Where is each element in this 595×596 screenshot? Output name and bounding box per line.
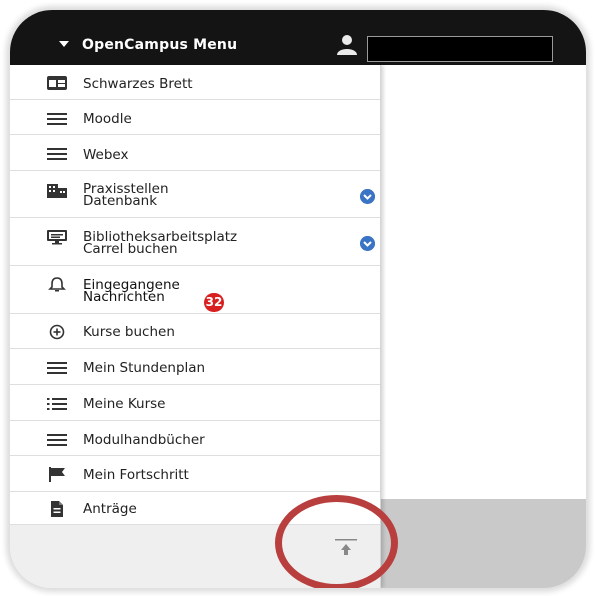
bell-icon — [48, 277, 66, 292]
sidebar-item-label: Kurse buchen — [83, 324, 175, 340]
board-icon — [47, 76, 67, 90]
highlight-circle-annotation — [275, 495, 398, 588]
menu-title[interactable]: OpenCampus Menu — [82, 37, 237, 53]
sidebar-item-label: Schwarzes Brett — [83, 76, 193, 92]
sidebar-item-nachrichten[interactable]: Eingegangene Nachrichten — [10, 266, 380, 314]
sidebar-item-label: Mein Fortschritt — [83, 467, 189, 483]
user-name-field[interactable] — [367, 36, 553, 62]
screenshot-frame: OpenCampus Menu Schwarzes Brett Moodle W… — [10, 10, 586, 588]
monitor-icon — [47, 230, 67, 245]
sidebar-item-bibliotheksarbeitsplatz[interactable]: Bibliotheksarbeitsplatz Carrel buchen — [10, 218, 380, 266]
overlay-area — [380, 499, 586, 588]
sidebar-item-praxisstellen[interactable]: Praxisstellen Datenbank — [10, 171, 380, 218]
unread-messages-badge: 32 — [204, 293, 224, 312]
lines-icon — [47, 148, 67, 160]
document-icon — [51, 501, 63, 517]
sidebar-item-label: Moodle — [83, 111, 132, 127]
sidebar-item-moodle[interactable]: Moodle — [10, 100, 380, 135]
sidebar-item-label: Webex — [83, 147, 129, 163]
sidebar-item-sublabel: Nachrichten — [83, 289, 165, 305]
lines-icon — [47, 113, 67, 125]
user-icon[interactable] — [336, 34, 358, 56]
sidebar-item-label: Meine Kurse — [83, 396, 166, 412]
chevron-down-icon[interactable] — [360, 236, 375, 251]
sidebar-item-sublabel: Carrel buchen — [83, 241, 178, 257]
lines-icon — [47, 434, 67, 446]
sidebar-item-sublabel: Datenbank — [83, 193, 158, 209]
list-icon — [47, 398, 67, 410]
sidebar-item-meine-kurse[interactable]: Meine Kurse — [10, 385, 380, 421]
lines-icon — [47, 362, 67, 374]
sidebar-item-webex[interactable]: Webex — [10, 135, 380, 171]
sidebar-item-modulhandbuecher[interactable]: Modulhandbücher — [10, 421, 380, 456]
sidebar-item-label: Mein Stundenplan — [83, 360, 206, 376]
plus-circle-icon — [49, 324, 65, 340]
top-bar: OpenCampus Menu — [10, 10, 586, 65]
sidebar-item-kurse-buchen[interactable]: Kurse buchen — [10, 314, 380, 349]
sidebar-item-label: Modulhandbücher — [83, 432, 205, 448]
sidebar-item-mein-stundenplan[interactable]: Mein Stundenplan — [10, 349, 380, 385]
sidebar-item-label: Anträge — [83, 501, 137, 517]
building-icon — [47, 184, 67, 198]
menu-caret-icon[interactable] — [59, 41, 69, 47]
sidebar-item-mein-fortschritt[interactable]: Mein Fortschritt — [10, 456, 380, 492]
main-content — [380, 65, 586, 499]
sidebar-item-schwarzes-brett[interactable]: Schwarzes Brett — [10, 65, 380, 100]
chevron-down-icon[interactable] — [360, 189, 375, 204]
flag-icon — [49, 467, 65, 482]
